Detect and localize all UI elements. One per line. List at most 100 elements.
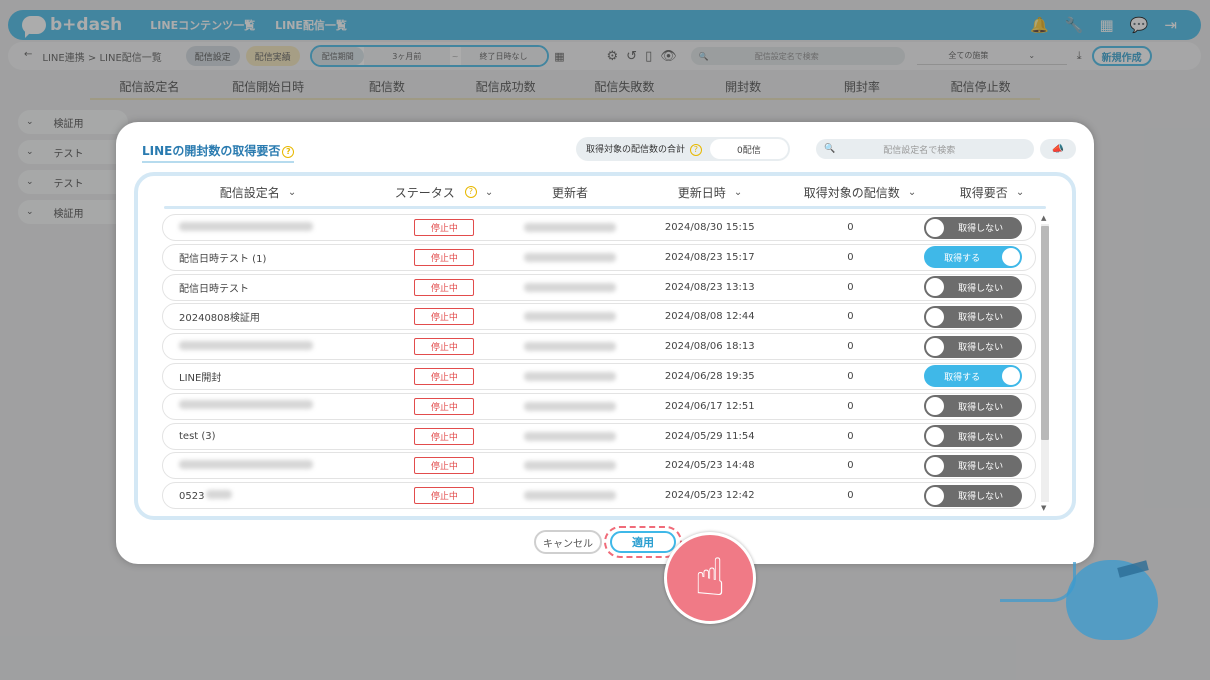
row-updated-at: 2024/05/29 11:54	[664, 430, 755, 442]
chevron-down-icon: ⌄	[287, 186, 297, 198]
row-target-count: 0	[847, 430, 854, 442]
row-target-count: 0	[847, 251, 854, 263]
table-row: 停止中 2024/08/30 15:15 0 取得しない	[162, 214, 1036, 241]
row-name: LINE開封	[179, 372, 222, 384]
row-updated-at: 2024/05/23 12:42	[664, 490, 755, 502]
modal-title-text: LINEの開封数の取得要否	[142, 144, 281, 158]
status-badge: 停止中	[414, 308, 475, 326]
table-scrollbar[interactable]: ▲ ▼	[1038, 212, 1050, 516]
row-updater-cell	[510, 371, 630, 381]
col-target-count-label: 取得対象の配信数	[803, 185, 900, 200]
toggle-knob	[926, 397, 945, 416]
row-target-count: 0	[847, 460, 854, 472]
cancel-button[interactable]: キャンセル	[534, 530, 602, 554]
redacted-text	[179, 400, 313, 410]
row-name-cell: 配信日時テスト (1)	[163, 250, 379, 265]
row-fetch-cell: 取得しない	[911, 216, 1035, 239]
row-target-count: 0	[847, 400, 854, 412]
modal-title: LINEの開封数の取得要否?	[142, 142, 295, 163]
table-row: 停止中 2024/05/23 14:48 0 取得しない	[162, 452, 1036, 480]
redacted-text	[524, 342, 617, 352]
row-updated-at: 2024/08/08 12:44	[664, 311, 755, 323]
fetch-open-count-modal: LINEの開封数の取得要否? 取得対象の配信数の合計 ? 0配信 🔍 配信設定名…	[116, 122, 1094, 564]
fetch-toggle[interactable]: 取得する	[924, 365, 1023, 388]
fetch-toggle[interactable]: 取得しない	[924, 216, 1023, 239]
table-row: 配信日時テスト 停止中 2024/08/23 13:13 0 取得しない	[162, 273, 1036, 301]
row-name-cell: 0523	[163, 489, 379, 502]
status-badge: 停止中	[414, 487, 475, 505]
status-badge: 停止中	[414, 278, 475, 296]
toggle-label: 取得しない	[958, 343, 1004, 354]
col-status[interactable]: ステータス? ⌄	[378, 184, 510, 201]
row-name-cell	[163, 221, 379, 234]
status-badge: 停止中	[414, 219, 475, 236]
scroll-down-icon[interactable]: ▼	[1041, 504, 1046, 512]
chevron-down-icon: ⌄	[1015, 186, 1025, 198]
row-updated-at: 2024/05/23 14:48	[664, 460, 755, 472]
row-updated-at: 2024/08/06 18:13	[664, 341, 755, 353]
row-target-count: 0	[847, 341, 854, 353]
toggle-knob	[926, 337, 945, 356]
col-updater: 更新者	[510, 184, 630, 201]
fetch-toggle[interactable]: 取得する	[924, 246, 1023, 269]
col-fetch[interactable]: 取得要否 ⌄	[930, 184, 1054, 201]
scroll-thumb[interactable]	[1041, 226, 1049, 440]
toggle-knob	[1002, 367, 1021, 386]
toggle-label: 取得する	[944, 253, 981, 264]
row-status-cell: 停止中	[379, 427, 511, 445]
col-fetch-label: 取得要否	[959, 185, 1008, 200]
total-target-label-text: 取得対象の配信数の合計	[586, 145, 686, 156]
fetch-toggle[interactable]: 取得しない	[924, 395, 1023, 418]
apply-button[interactable]: 適用	[610, 531, 676, 553]
fetch-toggle[interactable]: 取得しない	[924, 454, 1023, 477]
modal-search-placeholder: 配信設定名で検索	[883, 145, 956, 156]
help-icon[interactable]: ?	[282, 145, 295, 158]
modal-search-input[interactable]: 🔍 配信設定名で検索	[816, 139, 1034, 159]
col-updated-at[interactable]: 更新日時 ⌄	[630, 184, 790, 201]
row-fetch-cell: 取得しない	[911, 335, 1035, 358]
row-fetch-cell: 取得しない	[911, 305, 1035, 328]
fetch-toggle[interactable]: 取得しない	[924, 305, 1023, 328]
col-status-label: ステータス	[394, 185, 455, 200]
row-updater-cell	[510, 282, 630, 292]
status-badge: 停止中	[414, 397, 475, 415]
toggle-knob	[926, 307, 945, 326]
row-updater-cell	[510, 312, 630, 322]
fetch-toggle[interactable]: 取得しない	[924, 276, 1023, 299]
row-name-cell: 配信日時テスト	[163, 280, 379, 295]
toggle-knob	[926, 427, 945, 446]
redacted-text	[179, 340, 313, 350]
header-divider	[164, 206, 1046, 209]
status-badge: 停止中	[414, 248, 475, 266]
announce-button[interactable]: 📣	[1040, 139, 1076, 159]
toggle-knob	[926, 486, 945, 505]
status-badge: 停止中	[414, 338, 475, 356]
row-updater-cell	[510, 223, 630, 232]
table-row: test (3) 停止中 2024/05/29 11:54 0 取得しない	[162, 422, 1036, 450]
redacted-text	[524, 491, 617, 501]
row-target-count: 0	[847, 490, 854, 502]
help-icon[interactable]: ?	[689, 143, 702, 156]
fetch-toggle[interactable]: 取得しない	[924, 484, 1023, 507]
row-updated-at: 2024/08/30 15:15	[664, 222, 755, 233]
row-status-cell: 停止中	[379, 397, 511, 415]
fetch-toggle[interactable]: 取得しない	[924, 425, 1023, 448]
col-name[interactable]: 配信設定名 ⌄	[138, 184, 378, 201]
row-status-cell: 停止中	[379, 219, 511, 236]
redacted-text	[179, 459, 313, 469]
row-name-cell	[163, 459, 379, 472]
row-status-cell: 停止中	[379, 308, 511, 326]
help-icon[interactable]: ?	[464, 186, 477, 198]
row-fetch-cell: 取得しない	[911, 276, 1035, 299]
toggle-knob	[926, 278, 945, 297]
scroll-up-icon[interactable]: ▲	[1041, 214, 1046, 222]
redacted-text	[206, 489, 233, 499]
table-row: 0523 停止中 2024/05/23 12:42 0 取得しない	[162, 482, 1036, 510]
fetch-toggle[interactable]: 取得しない	[924, 335, 1023, 358]
col-target-count[interactable]: 取得対象の配信数 ⌄	[790, 184, 930, 201]
row-fetch-cell: 取得しない	[911, 395, 1035, 418]
redacted-text	[524, 431, 617, 441]
megaphone-icon: 📣	[1051, 143, 1065, 155]
row-updated-at: 2024/08/23 13:13	[664, 281, 755, 293]
toggle-label: 取得しない	[958, 432, 1004, 443]
